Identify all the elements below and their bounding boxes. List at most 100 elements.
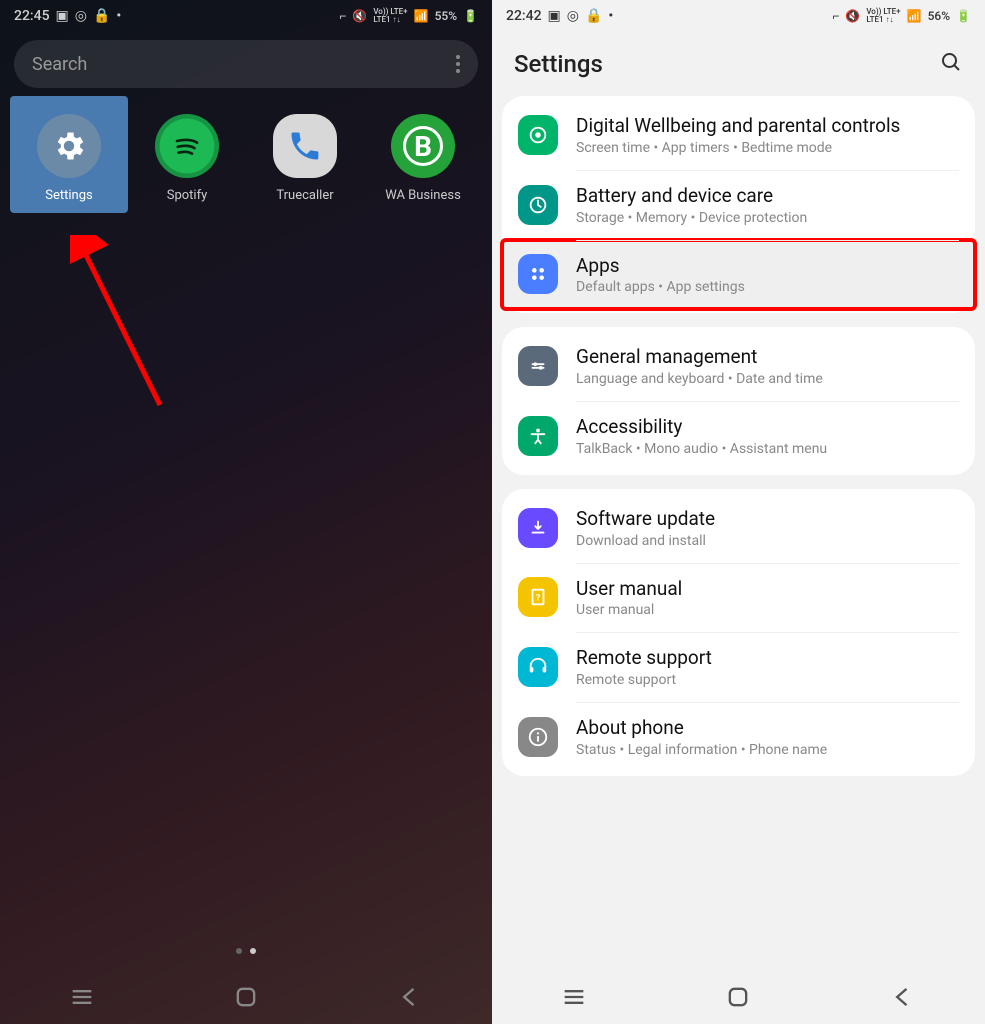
battery-icon: 🔋 bbox=[956, 9, 971, 23]
row-title: Digital Wellbeing and parental controls bbox=[576, 114, 900, 138]
battery-text: 56% bbox=[928, 9, 950, 23]
page-indicator bbox=[236, 948, 256, 954]
settings-group: Software update Download and install? User… bbox=[502, 489, 975, 776]
general-icon bbox=[518, 346, 558, 386]
settings-screen: 22:42 ▣ ◎ 🔒 • ⌐ 🔇 Vo)) LTE+ LTE1 ↑↓ 📶 56… bbox=[492, 0, 985, 1024]
navigation-bar bbox=[0, 970, 492, 1024]
recents-button[interactable] bbox=[68, 983, 96, 1011]
back-button[interactable] bbox=[396, 983, 424, 1011]
row-subtitle: TalkBack • Mono audio • Assistant menu bbox=[576, 441, 827, 457]
vpn-icon: ⌐ bbox=[832, 9, 839, 23]
row-subtitle: User manual bbox=[576, 602, 682, 618]
settings-list[interactable]: Digital Wellbeing and parental controls S… bbox=[492, 96, 985, 1024]
app-grid: Settings Spotify Truecaller B WA Busines… bbox=[0, 96, 492, 221]
annotation-arrow bbox=[70, 235, 170, 415]
row-subtitle: Default apps • App settings bbox=[576, 279, 745, 295]
row-text: General management Language and keyboard … bbox=[576, 345, 823, 387]
settings-row-wellbeing[interactable]: Digital Wellbeing and parental controlsS… bbox=[502, 100, 975, 170]
row-title: Remote support bbox=[576, 646, 712, 670]
row-text: About phone Status • Legal information • … bbox=[576, 716, 827, 758]
settings-row-access[interactable]: Accessibility TalkBack • Mono audio • Ass… bbox=[502, 401, 975, 471]
page-title: Settings bbox=[514, 50, 603, 78]
lte-indicator: Vo)) LTE+ LTE1 ↑↓ bbox=[866, 8, 900, 24]
instagram-icon: ◎ bbox=[75, 8, 87, 24]
settings-header: Settings bbox=[492, 32, 985, 96]
spotify-icon bbox=[155, 114, 219, 178]
row-title: Battery and device care bbox=[576, 184, 807, 208]
settings-row-battery[interactable]: Battery and device care Storage • Memory … bbox=[502, 170, 975, 240]
settings-row-about[interactable]: About phone Status • Legal information • … bbox=[502, 702, 975, 772]
image-icon: ▣ bbox=[56, 8, 69, 24]
row-subtitle: Status • Legal information • Phone name bbox=[576, 742, 827, 758]
row-text: Battery and device care Storage • Memory … bbox=[576, 184, 807, 226]
signal-icon: 📶 bbox=[414, 9, 429, 23]
more-indicator: • bbox=[116, 8, 121, 24]
settings-row-apps[interactable]: AppsDefault apps • App settings bbox=[502, 240, 975, 310]
settings-row-manual[interactable]: ? User manualUser manual bbox=[502, 563, 975, 633]
settings-row-support[interactable]: Remote support Remote support bbox=[502, 632, 975, 702]
image-icon: ▣ bbox=[548, 8, 561, 24]
row-subtitle: Remote support bbox=[576, 672, 712, 688]
status-time: 22:42 bbox=[506, 8, 542, 24]
vpn-icon: ⌐ bbox=[339, 9, 346, 23]
battery-icon bbox=[518, 185, 558, 225]
wellbeing-icon bbox=[518, 115, 558, 155]
status-bar: 22:45 ▣ ◎ 🔒 • ⌐ 🔇 Vo)) LTE+ LTE1 ↑↓ 📶 55… bbox=[0, 0, 492, 32]
row-title: About phone bbox=[576, 716, 827, 740]
search-input[interactable]: Search bbox=[14, 40, 478, 88]
row-title: Apps bbox=[576, 254, 745, 278]
row-subtitle: Language and keyboard • Date and time bbox=[576, 371, 823, 387]
about-icon bbox=[518, 717, 558, 757]
app-truecaller[interactable]: Truecaller bbox=[246, 114, 364, 203]
row-title: User manual bbox=[576, 577, 682, 601]
app-drawer-screen: 22:45 ▣ ◎ 🔒 • ⌐ 🔇 Vo)) LTE+ LTE1 ↑↓ 📶 55… bbox=[0, 0, 492, 1024]
search-button[interactable] bbox=[939, 50, 963, 78]
gear-icon bbox=[37, 114, 101, 178]
back-button[interactable] bbox=[889, 983, 917, 1011]
signal-icon: 📶 bbox=[907, 9, 922, 23]
row-text: Remote support Remote support bbox=[576, 646, 712, 688]
app-spotify[interactable]: Spotify bbox=[128, 114, 246, 203]
app-settings[interactable]: Settings bbox=[10, 96, 128, 213]
search-placeholder: Search bbox=[32, 54, 456, 75]
row-subtitle: Download and install bbox=[576, 533, 715, 549]
access-icon bbox=[518, 416, 558, 456]
navigation-bar bbox=[492, 970, 985, 1024]
manual-icon: ? bbox=[518, 577, 558, 617]
row-text: Software update Download and install bbox=[576, 507, 715, 549]
settings-row-update[interactable]: Software update Download and install bbox=[502, 493, 975, 563]
battery-text: 55% bbox=[435, 9, 457, 23]
row-subtitle: Storage • Memory • Device protection bbox=[576, 210, 807, 226]
settings-group: Digital Wellbeing and parental controls S… bbox=[502, 96, 975, 313]
lte-indicator: Vo)) LTE+ LTE1 ↑↓ bbox=[373, 8, 407, 24]
app-label: Truecaller bbox=[276, 188, 333, 203]
home-button[interactable] bbox=[232, 983, 260, 1011]
mute-icon: 🔇 bbox=[352, 9, 367, 23]
more-indicator: • bbox=[608, 8, 613, 24]
battery-icon: 🔋 bbox=[463, 9, 478, 23]
support-icon bbox=[518, 647, 558, 687]
row-title: Software update bbox=[576, 507, 715, 531]
settings-row-general[interactable]: General management Language and keyboard … bbox=[502, 331, 975, 401]
phone-icon bbox=[273, 114, 337, 178]
status-bar: 22:42 ▣ ◎ 🔒 • ⌐ 🔇 Vo)) LTE+ LTE1 ↑↓ 📶 56… bbox=[492, 0, 985, 32]
app-label: Spotify bbox=[167, 188, 208, 203]
apps-icon bbox=[518, 254, 558, 294]
row-text: Accessibility TalkBack • Mono audio • Ass… bbox=[576, 415, 827, 457]
row-text: AppsDefault apps • App settings bbox=[576, 254, 745, 296]
recents-button[interactable] bbox=[560, 983, 588, 1011]
whatsapp-business-icon: B bbox=[391, 114, 455, 178]
row-title: General management bbox=[576, 345, 823, 369]
instagram-icon: ◎ bbox=[567, 8, 579, 24]
update-icon bbox=[518, 508, 558, 548]
mute-icon: 🔇 bbox=[845, 9, 860, 23]
app-label: WA Business bbox=[385, 188, 461, 203]
svg-text:?: ? bbox=[536, 594, 541, 604]
row-title: Accessibility bbox=[576, 415, 827, 439]
app-wa-business[interactable]: B WA Business bbox=[364, 114, 482, 203]
app-label: Settings bbox=[45, 188, 92, 203]
status-time: 22:45 bbox=[14, 8, 50, 24]
more-icon[interactable] bbox=[456, 55, 460, 73]
settings-group: General management Language and keyboard … bbox=[502, 327, 975, 475]
home-button[interactable] bbox=[724, 983, 752, 1011]
